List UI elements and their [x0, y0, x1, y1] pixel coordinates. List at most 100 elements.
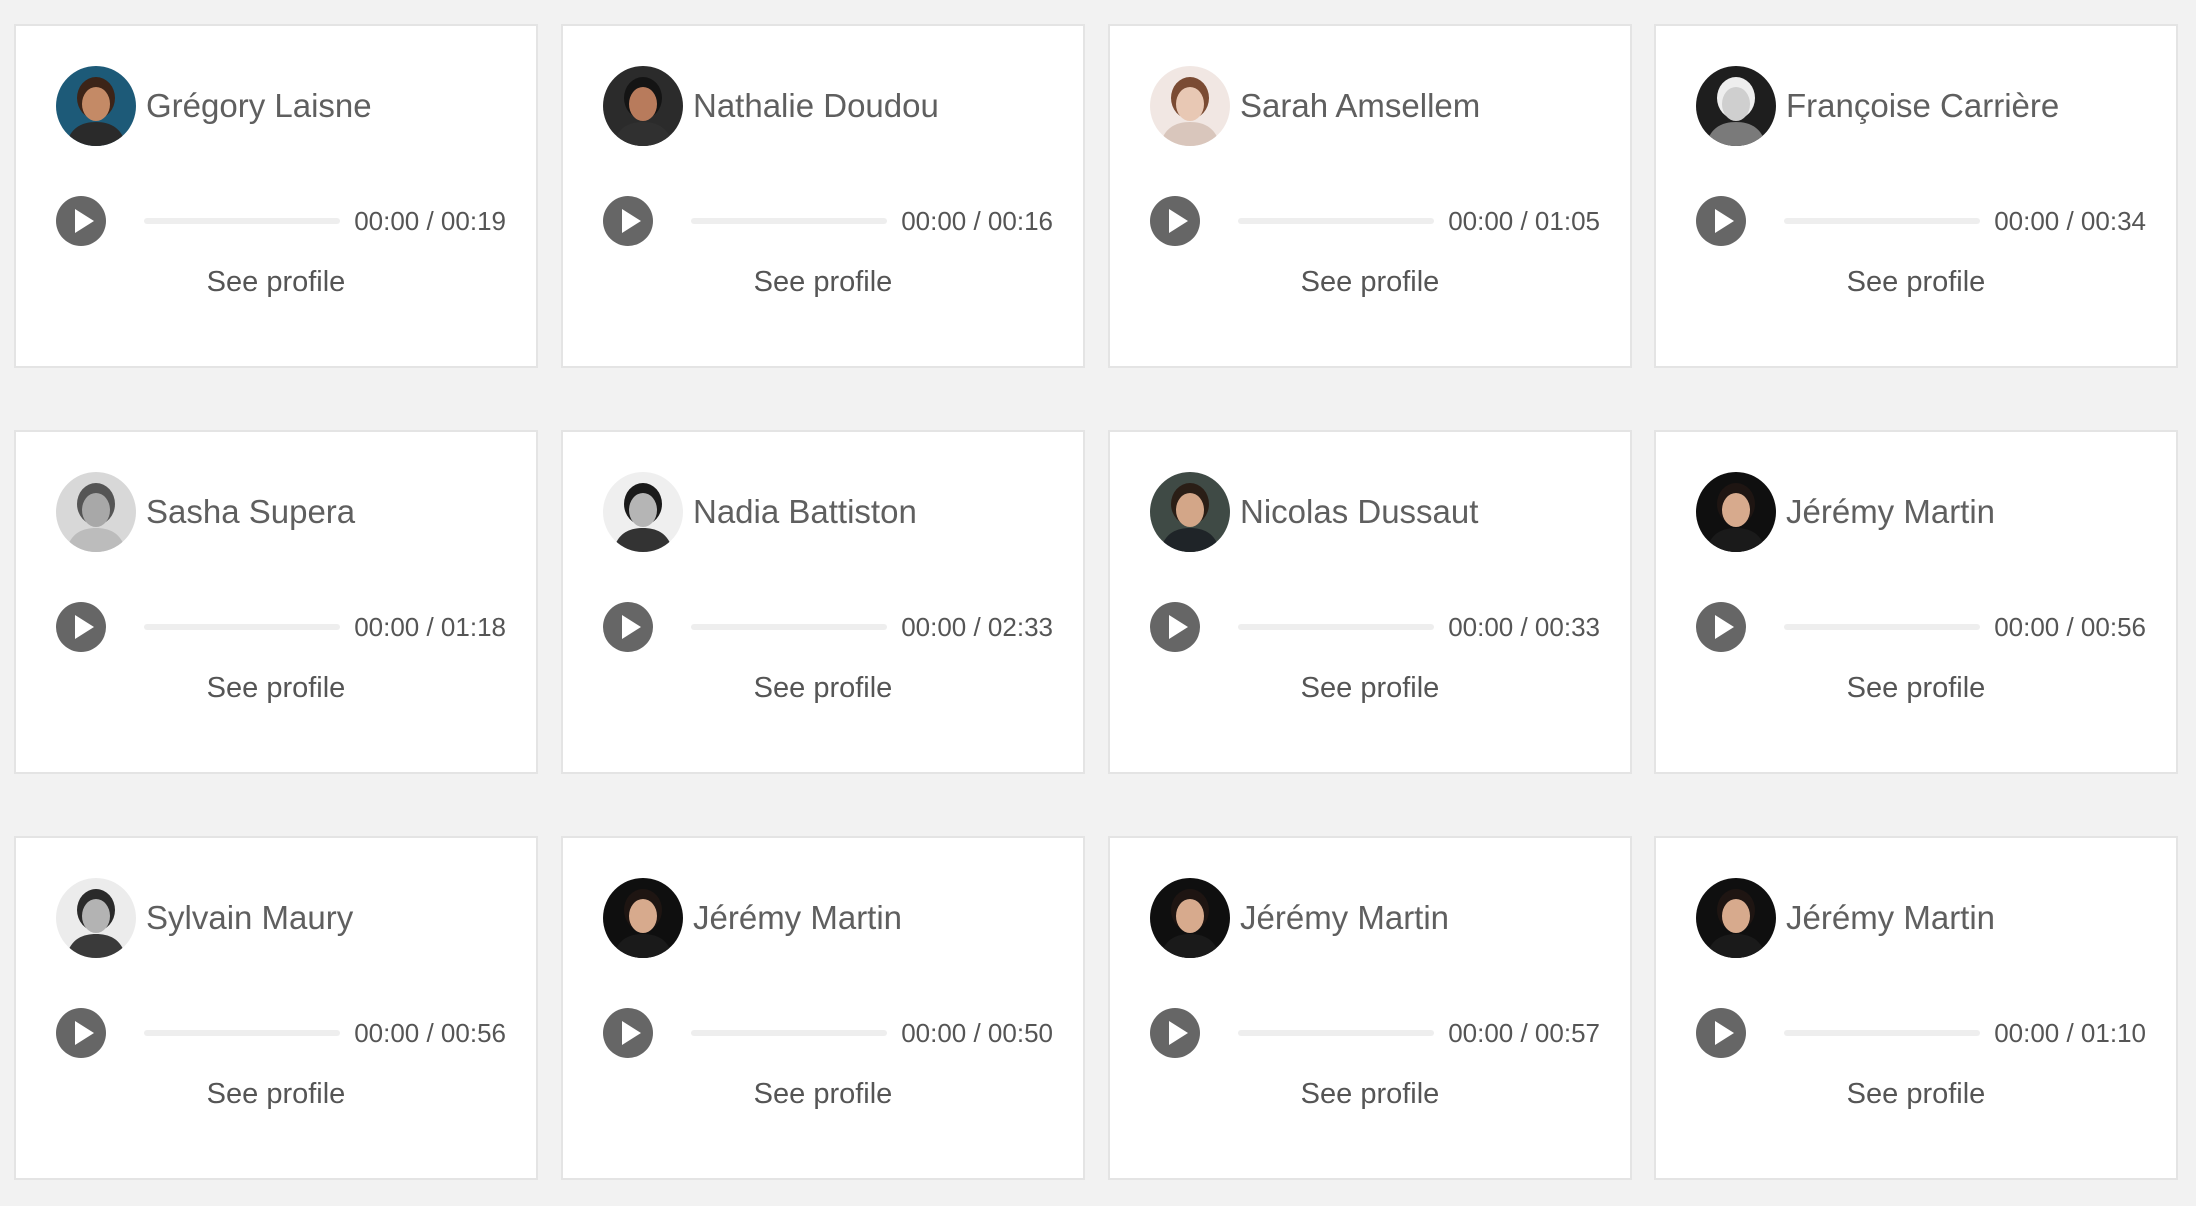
time-display: 00:00 / 00:34 [1994, 206, 2146, 236]
card-header: Jérémy Martin [1696, 878, 1995, 958]
audio-player: 00:00 / 01:05 [1150, 196, 1600, 246]
see-profile-link[interactable]: See profile [1110, 1078, 1630, 1111]
see-profile-link[interactable]: See profile [563, 266, 1083, 299]
see-profile-link[interactable]: See profile [1656, 1078, 2176, 1111]
time-display: 00:00 / 01:18 [354, 612, 506, 642]
time-display: 00:00 / 00:16 [901, 206, 1053, 236]
play-button[interactable] [603, 1008, 653, 1058]
play-button[interactable] [1150, 196, 1200, 246]
audio-player: 00:00 / 00:33 [1150, 602, 1600, 652]
avatar [56, 878, 136, 958]
card-header: Grégory Laisne [56, 66, 372, 146]
see-profile-link[interactable]: See profile [1656, 672, 2176, 705]
progress-track[interactable] [1784, 624, 1980, 630]
card-header: Sylvain Maury [56, 878, 353, 958]
time-display: 00:00 / 00:56 [1994, 612, 2146, 642]
card-header: Sasha Supera [56, 472, 355, 552]
progress-track[interactable] [691, 624, 887, 630]
play-button[interactable] [56, 602, 106, 652]
progress-track[interactable] [1238, 218, 1434, 224]
voice-name: Jérémy Martin [1786, 493, 1996, 530]
time-display: 00:00 / 00:19 [354, 206, 506, 236]
audio-player: 00:00 / 01:10 [1696, 1008, 2146, 1058]
progress-track[interactable] [144, 218, 340, 224]
card-header: Jérémy Martin [603, 878, 902, 958]
voice-name: Sylvain Maury [146, 899, 354, 936]
avatar [603, 66, 683, 146]
see-profile-link[interactable]: See profile [1110, 672, 1630, 705]
voice-name: Jérémy Martin [1786, 899, 1996, 936]
voice-card: Nathalie Doudou 00:00 / 00:16 See profile [561, 24, 1085, 368]
card-header: Nadia Battiston [603, 472, 917, 552]
avatar [1150, 878, 1230, 958]
card-header: Nicolas Dussaut [1150, 472, 1478, 552]
avatar [603, 878, 683, 958]
card-header: Jérémy Martin [1150, 878, 1449, 958]
progress-track[interactable] [144, 624, 340, 630]
voice-card: Jérémy Martin 00:00 / 01:10 See profile [1654, 836, 2178, 1180]
play-button[interactable] [1150, 1008, 1200, 1058]
play-button[interactable] [1696, 196, 1746, 246]
voice-card: Grégory Laisne 00:00 / 00:19 See profile [14, 24, 538, 368]
audio-player: 00:00 / 00:16 [603, 196, 1053, 246]
voice-card: Nicolas Dussaut 00:00 / 00:33 See profile [1108, 430, 1632, 774]
audio-player: 00:00 / 02:33 [603, 602, 1053, 652]
progress-track[interactable] [1238, 1030, 1434, 1036]
voice-card: Nadia Battiston 00:00 / 02:33 See profile [561, 430, 1085, 774]
avatar [56, 472, 136, 552]
voice-name: Grégory Laisne [146, 87, 372, 124]
time-display: 00:00 / 00:56 [354, 1018, 506, 1048]
play-button[interactable] [1696, 602, 1746, 652]
time-display: 00:00 / 00:50 [901, 1018, 1053, 1048]
voice-card: Sarah Amsellem 00:00 / 01:05 See profile [1108, 24, 1632, 368]
time-display: 00:00 / 00:33 [1448, 612, 1600, 642]
voice-card-grid: Grégory Laisne 00:00 / 00:19 See profile N… [0, 0, 2196, 1206]
play-button[interactable] [603, 602, 653, 652]
see-profile-link[interactable]: See profile [563, 672, 1083, 705]
see-profile-link[interactable]: See profile [16, 672, 536, 705]
progress-track[interactable] [1238, 624, 1434, 630]
avatar [1696, 472, 1776, 552]
see-profile-link[interactable]: See profile [16, 266, 536, 299]
progress-track[interactable] [691, 1030, 887, 1036]
voice-name: Jérémy Martin [693, 899, 903, 936]
play-button[interactable] [56, 1008, 106, 1058]
voice-name: Sarah Amsellem [1240, 87, 1481, 124]
voice-card: Françoise Carrière 00:00 / 00:34 See profi… [1654, 24, 2178, 368]
progress-track[interactable] [1784, 218, 1980, 224]
audio-player: 00:00 / 00:56 [1696, 602, 2146, 652]
progress-track[interactable] [1784, 1030, 1980, 1036]
time-display: 00:00 / 02:33 [901, 612, 1053, 642]
audio-player: 00:00 / 00:57 [1150, 1008, 1600, 1058]
voice-card: Jérémy Martin 00:00 / 00:56 See profile [1654, 430, 2178, 774]
audio-player: 00:00 / 00:56 [56, 1008, 506, 1058]
see-profile-link[interactable]: See profile [563, 1078, 1083, 1111]
avatar [1150, 472, 1230, 552]
voice-name: Sasha Supera [146, 493, 356, 530]
progress-track[interactable] [691, 218, 887, 224]
voice-card: Sasha Supera 00:00 / 01:18 See profile [14, 430, 538, 774]
voice-name: Nathalie Doudou [693, 87, 939, 124]
voice-card: Sylvain Maury 00:00 / 00:56 See profile [14, 836, 538, 1180]
voice-name: Nadia Battiston [693, 493, 917, 530]
play-button[interactable] [603, 196, 653, 246]
progress-track[interactable] [144, 1030, 340, 1036]
time-display: 00:00 / 00:57 [1448, 1018, 1600, 1048]
audio-player: 00:00 / 00:19 [56, 196, 506, 246]
play-button[interactable] [56, 196, 106, 246]
see-profile-link[interactable]: See profile [16, 1078, 536, 1111]
play-button[interactable] [1150, 602, 1200, 652]
voice-card: Jérémy Martin 00:00 / 00:57 See profile [1108, 836, 1632, 1180]
avatar [56, 66, 136, 146]
see-profile-link[interactable]: See profile [1110, 266, 1630, 299]
see-profile-link[interactable]: See profile [1656, 266, 2176, 299]
voice-card: Jérémy Martin 00:00 / 00:50 See profile [561, 836, 1085, 1180]
avatar [603, 472, 683, 552]
time-display: 00:00 / 01:05 [1448, 206, 1600, 236]
audio-player: 00:00 / 00:50 [603, 1008, 1053, 1058]
voice-name: Jérémy Martin [1240, 899, 1450, 936]
voice-name: Nicolas Dussaut [1240, 493, 1479, 530]
play-button[interactable] [1696, 1008, 1746, 1058]
voice-name: Françoise Carrière [1786, 87, 2060, 124]
card-header: Sarah Amsellem [1150, 66, 1480, 146]
